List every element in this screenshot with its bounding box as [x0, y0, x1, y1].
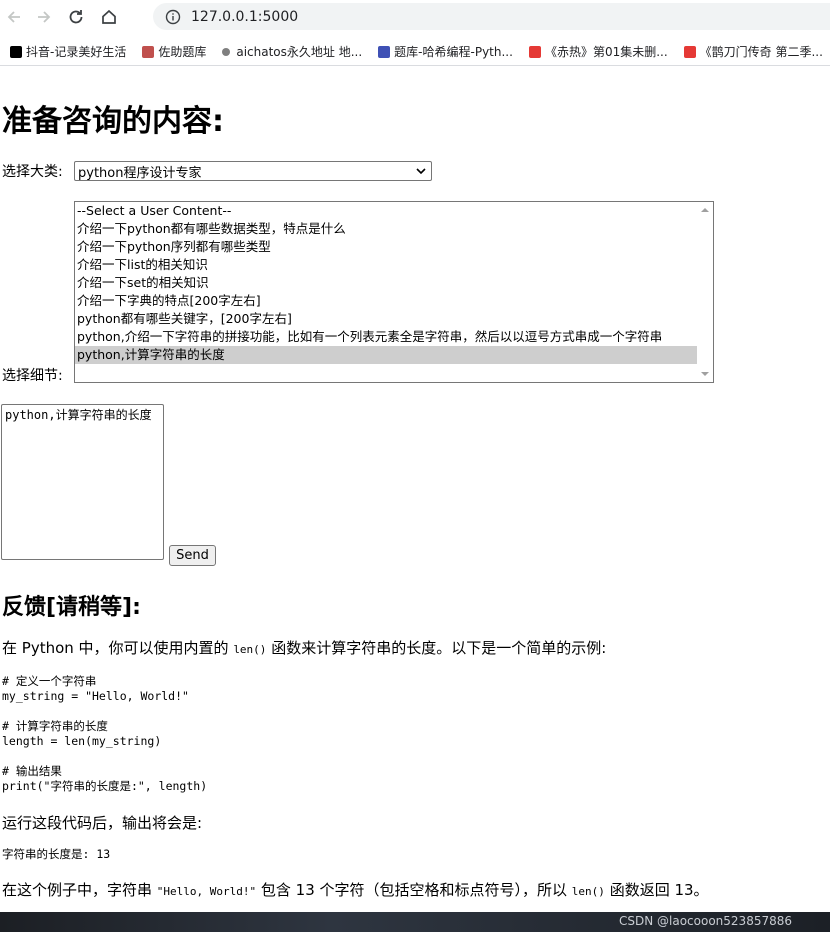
category-select[interactable]: python程序设计专家	[74, 161, 432, 181]
bookmark-label: 佐助题库	[158, 45, 207, 59]
detail-option[interactable]: 介绍一下list的相关知识	[75, 256, 697, 274]
answer-intro-text-end: 函数来计算字符串的长度。以下是一个简单的示例:	[266, 639, 607, 657]
back-button[interactable]	[2, 5, 26, 29]
bookmark-item[interactable]: 《赤热》第01集未删...	[528, 43, 668, 60]
keyboard-icon	[378, 45, 391, 58]
bookmark-item[interactable]: aichatos永久地址 地...	[222, 43, 362, 60]
bookmark-label: 《鹊刀门传奇 第二季...	[699, 45, 823, 59]
bookmark-item[interactable]: 题库-哈希编程-Pyth...	[378, 43, 513, 60]
conclusion-text-1: 在这个例子中，字符串	[2, 881, 157, 899]
answer-intro: 在 Python 中，你可以使用内置的 len() 函数来计算字符串的长度。以下…	[2, 637, 606, 658]
scroll-down-arrow-icon[interactable]	[700, 369, 710, 379]
home-icon	[102, 9, 116, 24]
send-button[interactable]: Send	[169, 545, 216, 566]
watermark: CSDN @laocooon523857886	[619, 914, 792, 928]
info-icon	[165, 9, 181, 24]
scroll-up-arrow-icon[interactable]	[700, 205, 710, 215]
tiktok-icon	[10, 45, 22, 58]
answer-intro-text: 在 Python 中，你可以使用内置的	[2, 639, 234, 657]
bookmarks-bar: 抖音-记录美好生活 佐助题库 aichatos永久地址 地... 题库-哈希编程-Py…	[0, 38, 830, 66]
inline-code-len: len()	[571, 885, 605, 898]
detail-option[interactable]: --Select a User Content--	[75, 202, 697, 220]
output-block: 字符串的长度是: 13	[2, 847, 111, 861]
inline-code: len()	[233, 643, 267, 656]
inline-code-string: "Hello, World!"	[156, 885, 257, 898]
detail-option[interactable]: python都有哪些关键字，[200字左右]	[75, 310, 697, 328]
detail-option[interactable]: 介绍一下set的相关知识	[75, 274, 697, 292]
detail-option[interactable]: python,介绍一下字符串的拼接功能，比如有一个列表元素全是字符串，然后以以逗…	[75, 328, 697, 346]
listbox-scrollbar[interactable]	[697, 202, 713, 382]
detail-listbox[interactable]: --Select a User Content-- 介绍一下python都有哪些数…	[74, 201, 714, 383]
bookmark-item[interactable]: 佐助题库	[142, 43, 206, 60]
bookmark-label: aichatos永久地址 地...	[236, 45, 363, 59]
bookmark-label: 抖音-记录美好生活	[26, 45, 127, 59]
category-selected-value: python程序设计专家	[78, 165, 202, 181]
run-text: 运行这段代码后，输出将会是:	[2, 814, 203, 832]
detail-option[interactable]: 介绍一下python序列都有哪些类型	[75, 238, 697, 256]
video-icon	[683, 45, 696, 58]
conclusion-text-3: 函数返回 13。	[604, 881, 709, 899]
detail-options: --Select a User Content-- 介绍一下python都有哪些数…	[75, 202, 713, 364]
reload-icon	[69, 10, 83, 24]
bookmark-label: 题库-哈希编程-Pyth...	[394, 45, 513, 59]
browser-toolbar: 127.0.0.1:5000	[0, 0, 830, 34]
code-block: # 定义一个字符串 my_string = "Hello, World!" # …	[2, 674, 208, 793]
chevron-down-icon	[416, 168, 426, 175]
conclusion-text-2: 包含 13 个字符（包括空格和标点符号），所以	[256, 881, 572, 899]
detail-option[interactable]: python,计算字符串的长度	[75, 346, 697, 364]
bookmark-item[interactable]: 抖音-记录美好生活	[10, 43, 126, 60]
ninja-icon	[142, 45, 155, 58]
detail-option[interactable]: 介绍一下python都有哪些数据类型，特点是什么	[75, 220, 697, 238]
globe-dot-icon	[222, 47, 231, 56]
url-text: 127.0.0.1:5000	[191, 8, 299, 25]
question-textarea[interactable]: python,计算字符串的长度	[1, 404, 164, 560]
category-label: 选择大类:	[2, 164, 63, 180]
home-button[interactable]	[97, 5, 121, 29]
detail-label: 选择细节:	[2, 368, 63, 384]
forward-button[interactable]	[32, 5, 56, 29]
address-bar[interactable]: 127.0.0.1:5000	[153, 3, 830, 30]
bookmark-label: 《赤热》第01集未删...	[544, 45, 668, 59]
detail-option[interactable]: 介绍一下字典的特点[200字左右]	[75, 292, 697, 310]
video-icon	[528, 45, 541, 58]
arrow-right-icon	[38, 11, 51, 23]
reload-button[interactable]	[64, 5, 88, 29]
answer-conclusion: 在这个例子中，字符串 "Hello, World!" 包含 13 个字符（包括空…	[2, 879, 709, 900]
bookmark-item[interactable]: 《鹊刀门传奇 第二季...	[683, 43, 823, 60]
arrow-left-icon	[7, 11, 20, 23]
page-title: 准备咨询的内容:	[2, 104, 224, 139]
feedback-title: 反馈[请稍等]:	[2, 595, 141, 620]
